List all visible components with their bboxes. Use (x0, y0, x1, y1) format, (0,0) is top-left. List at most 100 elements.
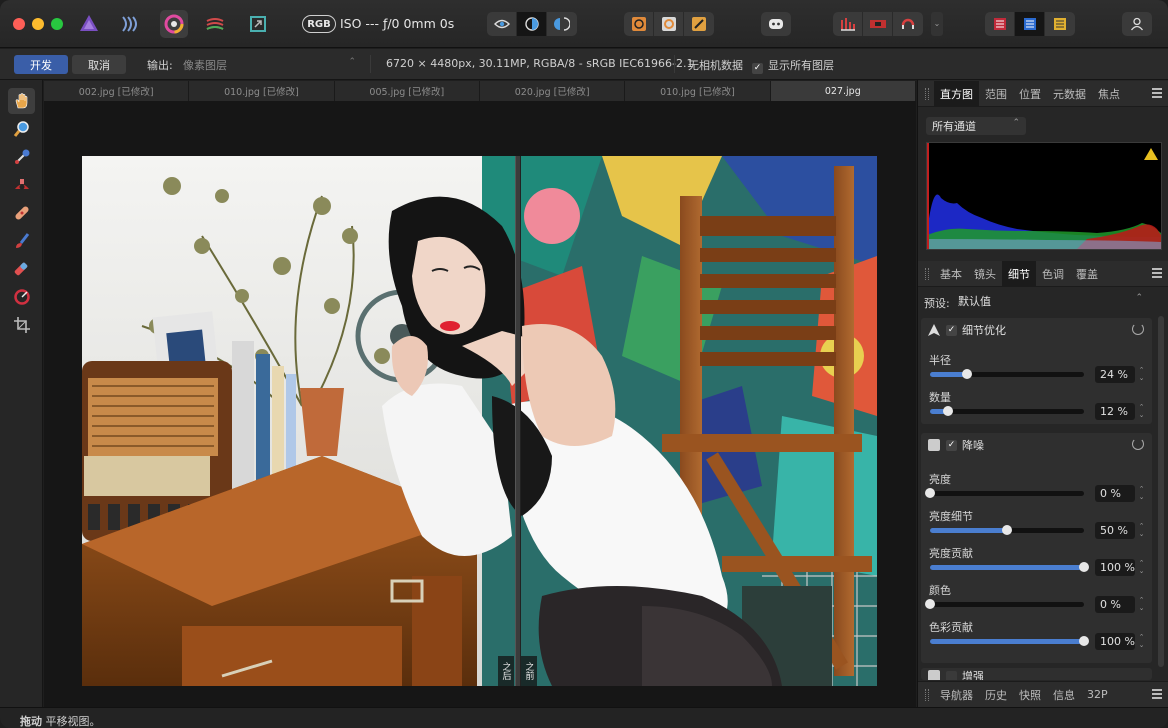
doc-tab[interactable]: 010.jpg [已修改] (625, 81, 771, 101)
doc-tab[interactable]: 005.jpg [已修改] (334, 81, 480, 101)
tab-tones[interactable]: 色调 (1036, 261, 1070, 287)
studio-right-icon[interactable] (1045, 12, 1075, 36)
preset-select[interactable]: 默认值 (952, 292, 1149, 310)
reset-icon[interactable] (1132, 323, 1144, 335)
retouch-icon[interactable] (684, 12, 714, 36)
erase-tool-icon[interactable] (8, 256, 35, 282)
stepper-icon[interactable]: ⌃ ⌄ (1137, 559, 1146, 576)
tab-metadata[interactable]: 元数据 (1047, 81, 1092, 107)
doc-tab-active[interactable]: 027.jpg (770, 81, 916, 101)
drag-grip-icon[interactable] (925, 87, 929, 100)
reset-icon[interactable] (1132, 438, 1144, 450)
assistant-icon[interactable] (761, 12, 791, 36)
develop-button[interactable]: 开发 (14, 55, 68, 74)
photo-persona-icon[interactable] (75, 10, 103, 38)
zoom-window-button[interactable] (51, 18, 63, 30)
slider-value-field[interactable]: 12 % (1095, 403, 1135, 420)
slider-knob[interactable] (1002, 525, 1012, 535)
clipping-dropdown-icon[interactable]: ⌄ (931, 12, 943, 36)
output-select[interactable]: 像素图层 ⌃ (178, 54, 360, 74)
slider-value-field[interactable]: 24 % (1095, 366, 1135, 383)
checkbox-icon[interactable] (946, 670, 957, 680)
panel-menu-icon[interactable] (1152, 88, 1162, 98)
develop-persona-icon[interactable] (160, 10, 188, 38)
slider-value-field[interactable]: 50 % (1095, 522, 1135, 539)
slider-track[interactable] (925, 599, 1084, 609)
clip-shadows-icon[interactable] (893, 12, 923, 36)
mirror-view-icon[interactable] (547, 12, 577, 36)
doc-tab[interactable]: 002.jpg [已修改] (44, 81, 190, 101)
slider-track[interactable] (925, 488, 1084, 498)
tab-navigator[interactable]: 导航器 (934, 682, 979, 708)
tab-histogram[interactable]: 直方图 (934, 80, 979, 107)
hand-tool-icon[interactable] (8, 88, 35, 114)
gradient-tool-icon[interactable] (8, 284, 35, 310)
drag-grip-icon[interactable] (925, 267, 929, 280)
eye-icon[interactable] (487, 12, 517, 36)
tab-scope[interactable]: 范围 (979, 81, 1013, 107)
stepper-icon[interactable]: ⌃ ⌄ (1137, 366, 1146, 383)
red-eye-icon[interactable] (654, 12, 684, 36)
doc-tab[interactable]: 010.jpg [已修改] (189, 81, 335, 101)
stepper-icon[interactable]: ⌃ ⌄ (1137, 596, 1146, 613)
slider-track[interactable] (930, 369, 1084, 379)
tab-lens[interactable]: 镜头 (968, 261, 1002, 287)
checkmark-icon[interactable]: ✓ (946, 439, 957, 451)
channel-select[interactable]: 所有通道 (926, 117, 1026, 135)
red-eye-tool-icon[interactable] (8, 172, 35, 198)
canvas-area[interactable]: 之后 之前 (44, 101, 916, 707)
slider-knob[interactable] (1079, 562, 1089, 572)
slider-track[interactable] (930, 525, 1084, 535)
enhance-header[interactable]: 增强 (921, 668, 1152, 680)
studio-left-icon[interactable] (985, 12, 1015, 36)
zoom-tool-icon[interactable] (8, 116, 35, 142)
liquify-persona-icon[interactable] (116, 10, 144, 38)
panel-menu-icon[interactable] (1152, 689, 1162, 699)
panel-menu-icon[interactable] (1152, 268, 1162, 278)
slider-knob[interactable] (943, 406, 954, 416)
tab-32p[interactable]: 32P (1081, 682, 1114, 708)
drag-grip-icon[interactable] (925, 688, 929, 701)
cancel-button[interactable]: 取消 (72, 55, 126, 74)
slider-value-field[interactable]: 0 % (1095, 596, 1135, 613)
slider-value-field[interactable]: 100 % (1095, 633, 1135, 650)
clip-highlights-icon[interactable] (863, 12, 893, 36)
studio-center-icon[interactable] (1015, 12, 1045, 36)
crop-tool-icon[interactable] (8, 312, 35, 338)
tab-location[interactable]: 位置 (1013, 81, 1047, 107)
slider-knob[interactable] (925, 488, 935, 498)
blemish-tool-icon[interactable] (8, 200, 35, 226)
stepper-icon[interactable]: ⌃ ⌄ (1137, 485, 1146, 502)
split-divider-handle[interactable] (515, 156, 521, 686)
stepper-icon[interactable]: ⌃ ⌄ (1137, 633, 1146, 650)
checkmark-icon[interactable]: ✓ (946, 324, 957, 336)
slider-knob[interactable] (961, 369, 972, 379)
tab-focus[interactable]: 焦点 (1092, 81, 1126, 107)
clip-tones-icon[interactable] (833, 12, 863, 36)
close-window-button[interactable] (13, 18, 25, 30)
tab-basic[interactable]: 基本 (934, 261, 968, 287)
doc-tab[interactable]: 020.jpg [已修改] (479, 81, 626, 101)
slider-knob[interactable] (925, 599, 935, 609)
tone-mapping-persona-icon[interactable] (201, 10, 229, 38)
stepper-icon[interactable]: ⌃ ⌄ (1137, 403, 1146, 420)
slider-value-field[interactable]: 0 % (1095, 485, 1135, 502)
stepper-icon[interactable]: ⌃ ⌄ (1137, 522, 1146, 539)
tab-snapshots[interactable]: 快照 (1013, 682, 1047, 708)
split-view-icon[interactable] (517, 12, 547, 36)
white-balance-icon[interactable] (624, 12, 654, 36)
tab-overlays[interactable]: 覆盖 (1070, 261, 1104, 287)
white-balance-tool-icon[interactable] (8, 144, 35, 170)
user-icon[interactable] (1122, 12, 1152, 36)
brush-tool-icon[interactable] (8, 228, 35, 254)
tab-info[interactable]: 信息 (1047, 682, 1081, 708)
detail-refinement-header[interactable]: ✓ 细节优化 (921, 318, 1152, 342)
show-all-layers-checkbox[interactable]: ✓ 显示所有图层 (752, 57, 834, 74)
slider-knob[interactable] (1079, 636, 1089, 646)
slider-track[interactable] (930, 406, 1084, 416)
export-persona-icon[interactable] (244, 10, 272, 38)
tab-history[interactable]: 历史 (979, 682, 1013, 708)
noise-reduction-header[interactable]: ✓ 降噪 (921, 433, 1152, 457)
tab-details[interactable]: 细节 (1002, 260, 1036, 287)
panel-scrollbar[interactable] (1158, 316, 1164, 667)
